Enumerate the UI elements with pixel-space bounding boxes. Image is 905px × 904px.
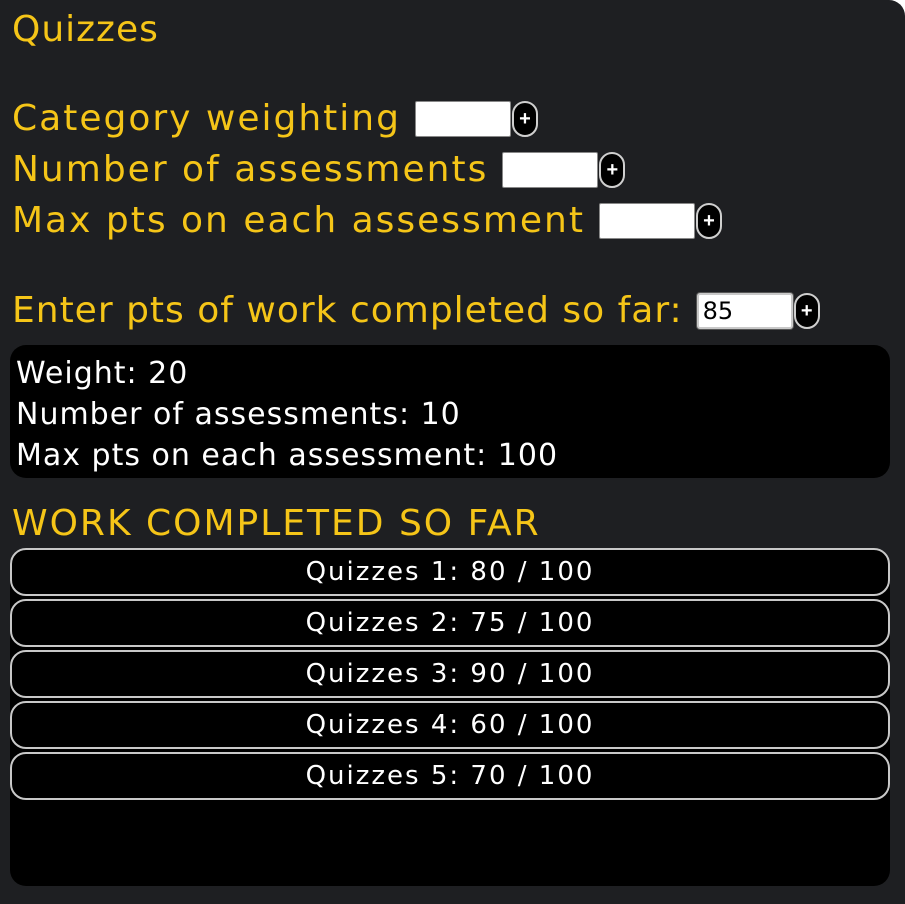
category-weighting-row: Category weighting +: [12, 97, 538, 141]
work-item[interactable]: Quizzes 3: 90 / 100: [10, 650, 890, 698]
pts-completed-add-button[interactable]: +: [793, 293, 820, 329]
page-title: Quizzes: [12, 9, 159, 50]
work-item[interactable]: Quizzes 1: 80 / 100: [10, 548, 890, 596]
pts-completed-label: Enter pts of work completed so far:: [12, 290, 683, 331]
category-weighting-add-button[interactable]: +: [511, 101, 538, 137]
work-completed-list: Quizzes 1: 80 / 100 Quizzes 2: 75 / 100 …: [10, 548, 890, 886]
summary-num-assessments: Number of assessments: 10: [16, 397, 461, 432]
num-assessments-add-button[interactable]: +: [599, 152, 626, 188]
work-item[interactable]: Quizzes 2: 75 / 100: [10, 599, 890, 647]
pts-completed-row: Enter pts of work completed so far: +: [12, 289, 820, 333]
work-completed-heading: WORK COMPLETED SO FAR: [12, 503, 541, 544]
max-pts-label: Max pts on each assessment: [12, 200, 585, 241]
plus-icon: +: [703, 210, 715, 232]
pts-completed-input[interactable]: [696, 293, 793, 329]
work-item[interactable]: Quizzes 5: 70 / 100: [10, 752, 890, 800]
num-assessments-row: Number of assessments +: [12, 148, 626, 192]
plus-icon: +: [800, 300, 813, 322]
max-pts-input[interactable]: [598, 203, 695, 239]
plus-icon: +: [519, 108, 531, 130]
num-assessments-label: Number of assessments: [12, 149, 489, 190]
category-weighting-label: Category weighting: [12, 98, 401, 139]
work-item[interactable]: Quizzes 4: 60 / 100: [10, 701, 890, 749]
max-pts-row: Max pts on each assessment +: [12, 199, 722, 243]
category-weighting-input[interactable]: [414, 101, 511, 137]
max-pts-add-button[interactable]: +: [695, 203, 722, 239]
summary-max-pts: Max pts on each assessment: 100: [16, 438, 559, 473]
summary-weight: Weight: 20: [16, 356, 189, 391]
app-frame: Quizzes Category weighting + Number of a…: [0, 0, 905, 904]
summary-panel: Weight: 20 Number of assessments: 10 Max…: [10, 345, 890, 478]
num-assessments-input[interactable]: [502, 152, 599, 188]
plus-icon: +: [606, 159, 619, 181]
